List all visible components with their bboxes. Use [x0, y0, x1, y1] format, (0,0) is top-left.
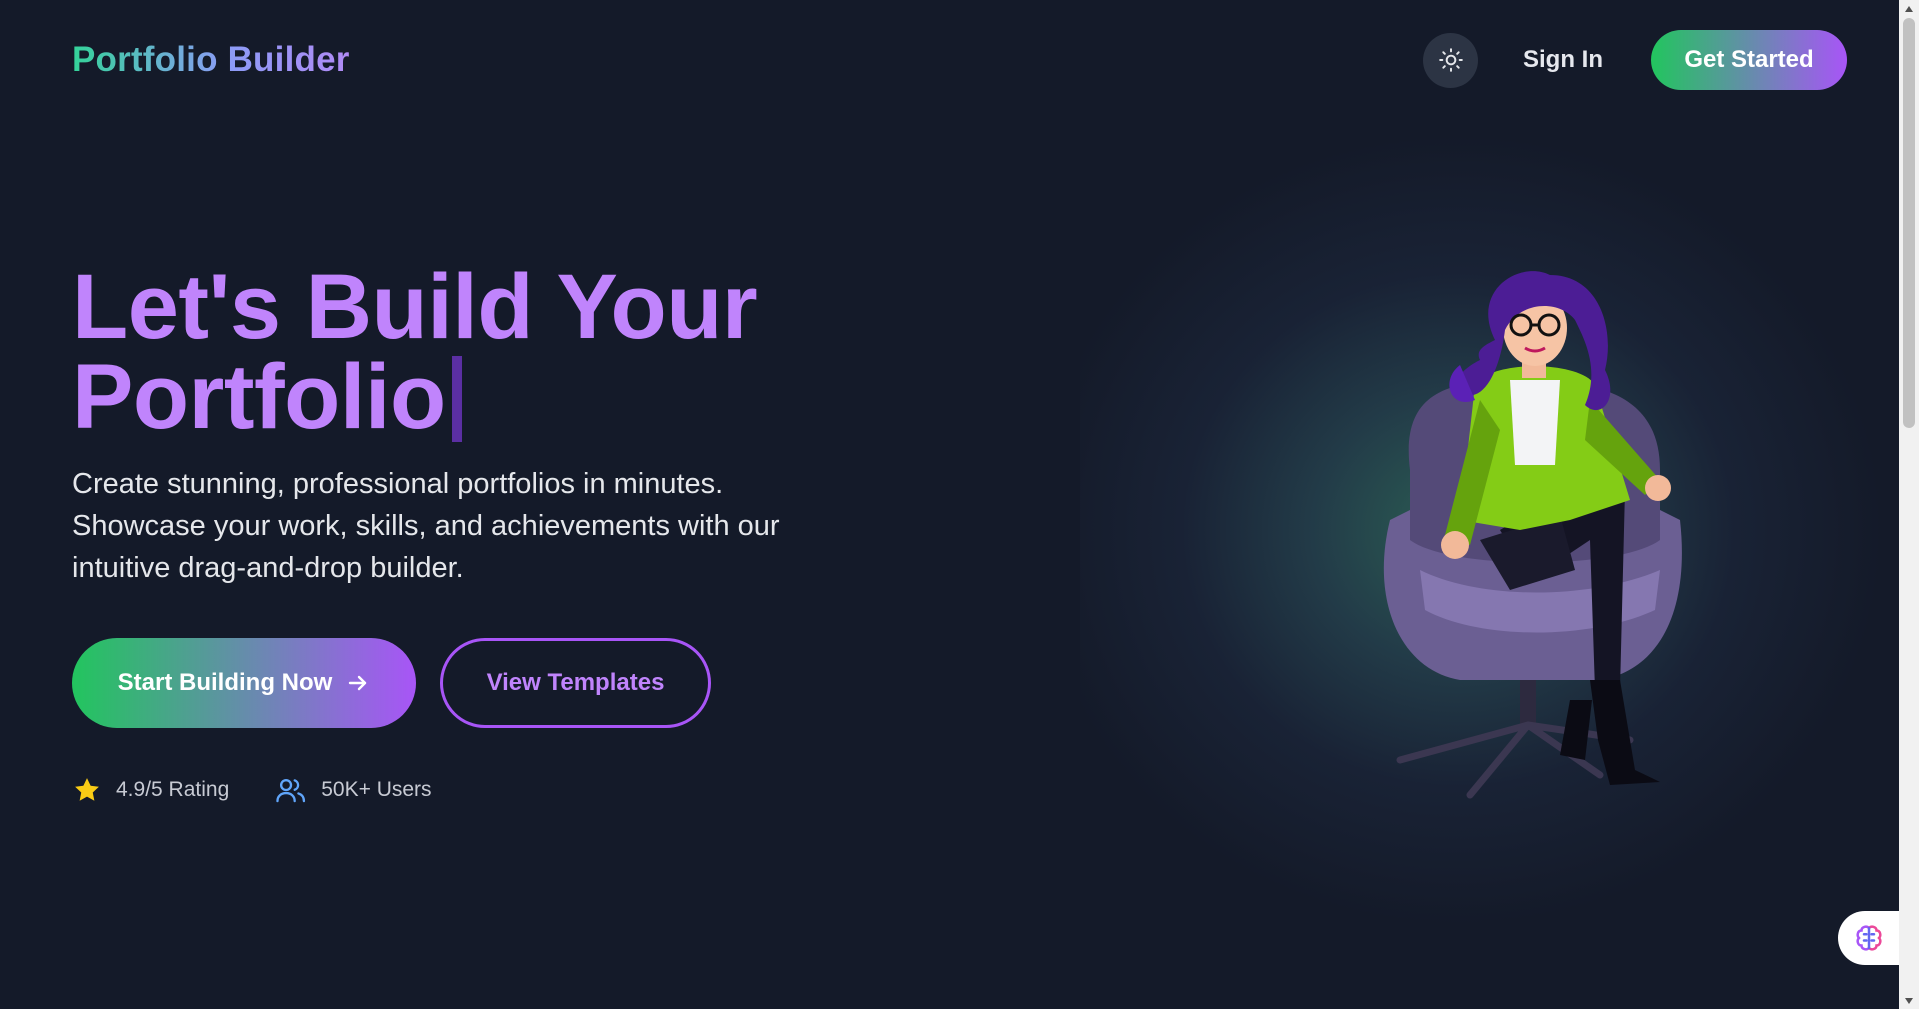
start-building-label: Start Building Now — [117, 669, 333, 696]
nav-actions: Sign In Get Started — [1423, 30, 1847, 90]
stats-row: 4.9/5 Rating 50K+ Users — [72, 775, 432, 805]
start-building-button[interactable]: Start Building Now — [72, 638, 416, 728]
landing-page: Portfolio Builder Sign In Get Started Le… — [0, 0, 1919, 1009]
brain-icon — [1856, 925, 1882, 951]
cta-row: Start Building Now View Templates — [72, 638, 711, 728]
sign-in-link[interactable]: Sign In — [1523, 46, 1603, 74]
view-templates-button[interactable]: View Templates — [440, 638, 711, 728]
woman-in-chair-illustration — [1383, 271, 1682, 799]
rating-text: 4.9/5 Rating — [116, 778, 230, 801]
users-stat: 50K+ Users — [275, 775, 432, 805]
sun-icon — [1438, 48, 1463, 72]
users-text: 50K+ Users — [321, 778, 432, 801]
scroll-up-arrow-icon[interactable] — [1899, 0, 1919, 17]
theme-toggle-button[interactable] — [1423, 32, 1478, 88]
rating-stat: 4.9/5 Rating — [72, 775, 229, 805]
hero-title-line1: Let's Build Your — [72, 256, 758, 358]
hero-subtitle: Create stunning, professional portfolios… — [72, 468, 780, 584]
scroll-down-arrow-icon[interactable] — [1899, 992, 1919, 1009]
arrow-right-icon — [349, 675, 367, 691]
vertical-scrollbar[interactable] — [1899, 0, 1919, 1009]
get-started-button[interactable]: Get Started — [1651, 30, 1847, 90]
users-icon — [276, 778, 306, 803]
assistant-widget-button[interactable] — [1838, 911, 1900, 965]
brand-logo[interactable]: Portfolio Builder — [72, 40, 350, 80]
top-nav: Portfolio Builder Sign In Get Started — [72, 28, 1847, 92]
hero-title-line2: Portfolio — [72, 346, 446, 448]
star-icon — [75, 778, 99, 801]
scrollbar-thumb[interactable] — [1903, 18, 1915, 428]
hero-title: Let's Build Your Portfolio — [72, 261, 758, 443]
typing-cursor — [451, 356, 462, 442]
